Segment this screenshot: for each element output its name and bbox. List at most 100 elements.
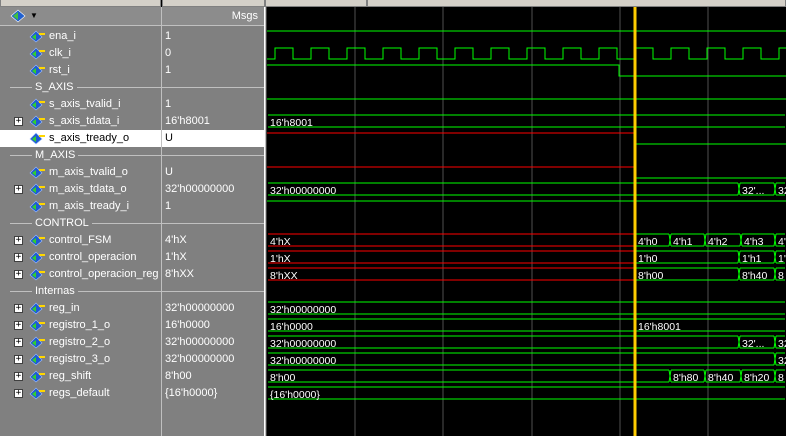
signal-value-row[interactable]: 1 — [162, 96, 264, 113]
signal-value-row[interactable]: 1 — [162, 198, 264, 215]
signal-row[interactable]: m_axis_tready_i — [0, 198, 161, 215]
signal-value-row[interactable]: 8'hXX — [162, 266, 264, 283]
signal-row[interactable]: + registro_1_o — [0, 317, 161, 334]
signal-value-row[interactable]: 0 — [162, 45, 264, 62]
bus-segment — [268, 301, 785, 315]
signal-row[interactable]: s_axis_tready_o — [0, 130, 161, 147]
signal-values-pane: Msgs 1 0 1 1 16'h8001 U U 32'h00000000 1 4'hX 1'hX… — [162, 7, 264, 436]
signal-names-pane: ▼ ena_i clk_i rst_i S_AXIS s_axis_tvalid_i + s… — [0, 7, 161, 436]
signal-row[interactable]: s_axis_tvalid_i — [0, 96, 161, 113]
waveform-pane[interactable]: 16'h8001 32'h00000000 32'... 32 4'hX 4'h0 4'h1… — [267, 7, 786, 436]
group-divider[interactable]: CONTROL — [0, 215, 161, 232]
signal-value-row[interactable]: 32'h00000000 — [162, 181, 264, 198]
signal-name: m_axis_tdata_o — [49, 183, 127, 195]
signal-value: 1'hX — [165, 251, 187, 263]
signal-name: control_operacion_reg — [49, 268, 159, 280]
signal-row[interactable]: + control_operacion_reg — [0, 266, 161, 283]
signal-row[interactable]: + reg_in — [0, 300, 161, 317]
signal-row[interactable]: m_axis_tvalid_o — [0, 164, 161, 181]
expand-icon[interactable]: + — [14, 236, 23, 245]
signal-row[interactable]: + regs_default — [0, 385, 161, 402]
signal-value-row[interactable]: 16'h0000 — [162, 317, 264, 334]
signal-name: m_axis_tready_i — [49, 200, 130, 212]
bus-transition — [773, 182, 777, 196]
wave-add-icon[interactable] — [10, 9, 26, 23]
group-label: S_AXIS — [32, 80, 77, 95]
signal-name: rst_i — [49, 64, 70, 76]
signal-value-row[interactable]: 8'h00 — [162, 368, 264, 385]
signal-name: registro_1_o — [49, 319, 111, 331]
group-divider[interactable]: M_AXIS — [0, 147, 161, 164]
bus-value-label: {16'h0000} — [270, 389, 320, 401]
expand-icon[interactable]: + — [14, 304, 23, 313]
signal-value-row[interactable]: 32'h00000000 — [162, 334, 264, 351]
signal-value-row[interactable]: {16'h0000} — [162, 385, 264, 402]
bus-value-label: 8'h40 — [708, 372, 734, 384]
signal-value-row[interactable]: U — [162, 130, 264, 147]
values-header-title: Msgs — [231, 10, 258, 22]
signal-value-row[interactable]: 32'h00000000 — [162, 300, 264, 317]
signal-row[interactable]: + s_axis_tdata_i — [0, 113, 161, 130]
bus-segment — [268, 369, 669, 383]
bus-value-label: 4'h3 — [744, 236, 764, 248]
bus-value-label: 32'h00000000 — [270, 355, 336, 367]
bus-segment — [268, 250, 634, 264]
signal-row[interactable]: ena_i — [0, 28, 161, 45]
expand-icon[interactable]: + — [14, 270, 23, 279]
expand-icon[interactable]: + — [14, 253, 23, 262]
bus-value-label: 1' — [778, 253, 786, 265]
bus-segment — [268, 233, 634, 247]
bus-transition — [737, 182, 741, 196]
bus-transition — [737, 335, 741, 349]
values-header: Msgs — [162, 7, 264, 26]
group-value-divider — [162, 155, 264, 156]
bus-value-label: 32'h00000000 — [270, 185, 336, 197]
bus-transition — [739, 369, 743, 383]
signal-value-row[interactable]: 16'h8001 — [162, 113, 264, 130]
signal-value-row[interactable]: 4'hX — [162, 232, 264, 249]
signal-row[interactable]: + m_axis_tdata_o — [0, 181, 161, 198]
names-header: ▼ — [0, 7, 161, 26]
group-divider[interactable]: Internas — [0, 283, 161, 300]
expand-icon[interactable]: + — [14, 355, 23, 364]
bus-transition — [773, 267, 777, 281]
waveform-canvas[interactable]: 16'h8001 32'h00000000 32'... 32 4'hX 4'h0 4'h1… — [267, 7, 786, 436]
expand-icon[interactable]: + — [14, 389, 23, 398]
signal-value: 1 — [165, 98, 172, 110]
expand-icon[interactable]: + — [14, 372, 23, 381]
bus-value-label: 1'h0 — [638, 253, 658, 265]
expand-icon[interactable]: + — [14, 117, 23, 126]
group-divider[interactable]: S_AXIS — [0, 79, 161, 96]
chevron-down-icon[interactable]: ▼ — [30, 11, 38, 20]
expand-icon[interactable]: + — [14, 338, 23, 347]
signal-value-row[interactable]: 1'hX — [162, 249, 264, 266]
signal-row[interactable]: rst_i — [0, 62, 161, 79]
signal-value-row[interactable]: 1 — [162, 28, 264, 45]
signal-row[interactable]: + registro_3_o — [0, 351, 161, 368]
bus-transition — [773, 369, 777, 383]
signal-value: 8'h00 — [165, 370, 192, 382]
bus-value-label: 4'h2 — [708, 236, 728, 248]
bus-segment — [268, 182, 738, 196]
signal-name: registro_3_o — [49, 353, 111, 365]
signal-value-row[interactable]: 1 — [162, 62, 264, 79]
bus-value-label: 8'h40 — [742, 270, 768, 282]
bus-transition — [737, 267, 741, 281]
group-value-divider — [162, 87, 264, 88]
signal-name: s_axis_tvalid_i — [49, 98, 121, 110]
signal-value: U — [165, 166, 173, 178]
signal-value-row[interactable]: U — [162, 164, 264, 181]
signal-value-row[interactable]: 32'h00000000 — [162, 351, 264, 368]
signal-row[interactable]: + control_FSM — [0, 232, 161, 249]
bus-value-label: 16'h8001 — [638, 321, 681, 333]
signal-row[interactable]: clk_i — [0, 45, 161, 62]
expand-icon[interactable]: + — [14, 185, 23, 194]
signal-row[interactable]: + registro_2_o — [0, 334, 161, 351]
signal-value: 4'hX — [165, 234, 187, 246]
expand-icon[interactable]: + — [14, 321, 23, 330]
signal-row[interactable]: + control_operacion — [0, 249, 161, 266]
bus-segment — [268, 267, 634, 281]
bus-value-label: 32'... — [742, 185, 764, 197]
signal-row[interactable]: + reg_shift — [0, 368, 161, 385]
bus-value-label: 1'h1 — [742, 253, 762, 265]
